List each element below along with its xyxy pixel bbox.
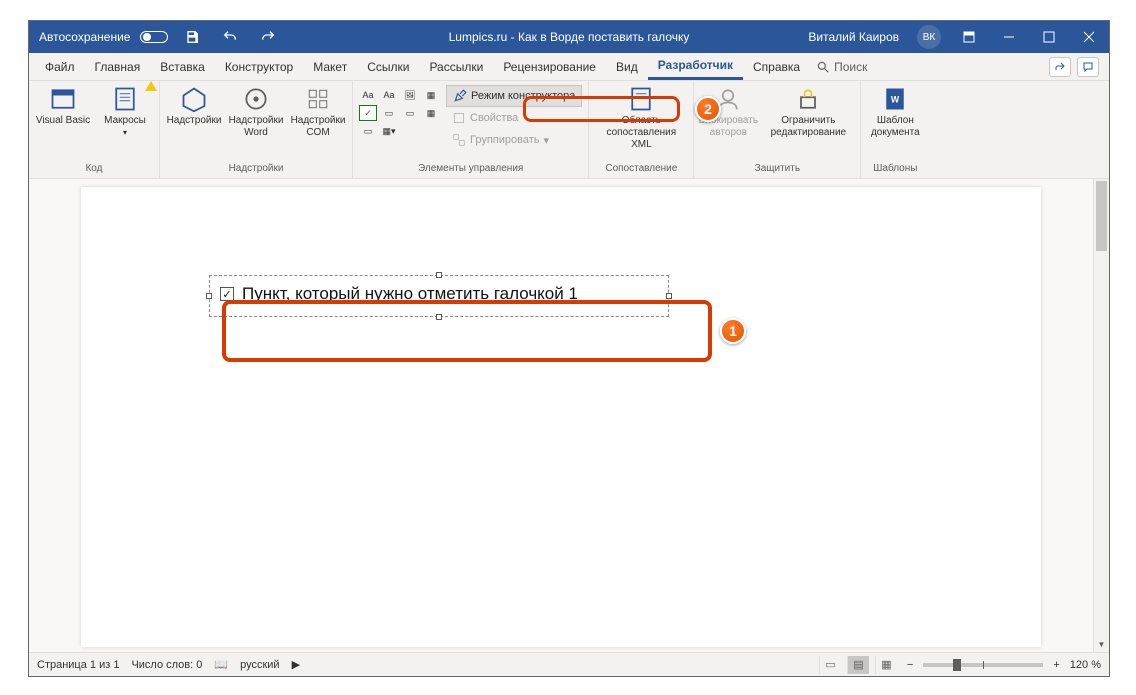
rich-text-ctrl[interactable]: Aa [359, 87, 377, 103]
titlebar: Автосохранение Lumpics.ru - Как в Ворде … [29, 21, 1109, 53]
tab-layout[interactable]: Макет [303, 53, 357, 80]
search-field[interactable]: Поиск [816, 60, 867, 74]
svg-text:W: W [891, 95, 900, 105]
spellcheck-icon[interactable]: 📖 [214, 658, 228, 671]
controls-gallery: Aa Aa 🖼 ▦ ✓ ▭ ▭ ▦ ▭ ▦▾ [359, 83, 440, 139]
resize-handle[interactable] [666, 293, 672, 299]
print-layout-button[interactable]: ▤ [847, 656, 869, 674]
user-avatar[interactable]: ВК [917, 25, 941, 49]
group-controls: Aa Aa 🖼 ▦ ✓ ▭ ▭ ▦ ▭ ▦▾ [353, 81, 589, 178]
warning-icon [145, 81, 157, 91]
content-control-selection[interactable]: ✓ Пункт, который нужно отметить галочкой… [209, 275, 669, 317]
word-addins-button[interactable]: Надстройки Word [228, 83, 284, 139]
comments-button[interactable] [1077, 57, 1099, 77]
plain-text-ctrl[interactable]: Aa [380, 87, 398, 103]
resize-handle[interactable] [436, 314, 442, 320]
page-indicator[interactable]: Страница 1 из 1 [37, 659, 119, 671]
control-text[interactable]: Пункт, который нужно отметить галочкой 1 [242, 284, 578, 304]
read-mode-button[interactable]: ▭ [819, 656, 841, 674]
com-addins-button[interactable]: Надстройки COM [290, 83, 346, 139]
redo-button[interactable] [254, 29, 282, 45]
user-name[interactable]: Виталий Каиров [798, 30, 909, 44]
tab-developer[interactable]: Разработчик [648, 53, 743, 80]
vertical-scrollbar[interactable]: ▼ [1093, 179, 1109, 652]
save-button[interactable] [178, 29, 206, 45]
autosave-toggle[interactable] [140, 31, 168, 43]
ribbon: Visual Basic Макросы ▾ Код Надстройки На… [29, 81, 1109, 179]
tab-view[interactable]: Вид [606, 53, 648, 80]
checkbox-control[interactable]: ✓ [220, 287, 234, 301]
tab-home[interactable]: Главная [85, 53, 151, 80]
scroll-down-arrow[interactable]: ▼ [1094, 636, 1109, 652]
word-count[interactable]: Число слов: 0 [131, 659, 202, 671]
macros-button[interactable]: Макросы ▾ [97, 83, 153, 139]
repeat-ctrl[interactable]: ▭ [359, 123, 377, 139]
undo-button[interactable] [216, 29, 244, 45]
annotation-badge-1: 1 [720, 318, 746, 344]
tab-review[interactable]: Рецензирование [493, 53, 606, 80]
design-mode-button[interactable]: Режим конструктора [446, 85, 582, 107]
scroll-thumb[interactable] [1096, 181, 1107, 251]
date-ctrl[interactable]: ▦ [422, 105, 440, 121]
picture-ctrl[interactable]: 🖼 [401, 87, 419, 103]
addins-button[interactable]: Надстройки [166, 83, 222, 127]
group-protect: Блокировать авторов Ограничить редактиро… [694, 81, 861, 178]
close-button[interactable] [1069, 21, 1109, 53]
maximize-button[interactable] [1029, 21, 1069, 53]
zoom-in-button[interactable]: + [1049, 659, 1063, 671]
visual-basic-button[interactable]: Visual Basic [35, 83, 91, 127]
zoom-slider[interactable] [923, 663, 1043, 667]
properties-button[interactable]: Свойства [446, 107, 582, 129]
annotation-badge-2: 2 [695, 96, 721, 122]
page[interactable]: ✓ Пункт, который нужно отметить галочкой… [81, 187, 1041, 647]
ribbon-tabs: Файл Главная Вставка Конструктор Макет С… [29, 53, 1109, 81]
tab-design[interactable]: Конструктор [215, 53, 303, 80]
group-templates: WШаблон документа Шаблоны [861, 81, 929, 178]
zoom-level[interactable]: 120 % [1070, 659, 1101, 671]
zoom-out-button[interactable]: − [903, 659, 917, 671]
share-button[interactable] [1049, 57, 1071, 77]
group-code: Visual Basic Макросы ▾ Код [29, 81, 160, 178]
checkbox-ctrl-btn[interactable]: ✓ [359, 105, 377, 121]
resize-handle[interactable] [436, 272, 442, 278]
document-template-button[interactable]: WШаблон документа [867, 83, 923, 139]
document-title: Lumpics.ru - Как в Ворде поставить галоч… [449, 30, 690, 44]
tab-references[interactable]: Ссылки [357, 53, 419, 80]
ribbon-display-button[interactable] [949, 21, 989, 53]
tab-mailings[interactable]: Рассылки [419, 53, 493, 80]
web-layout-button[interactable]: ▦ [875, 656, 897, 674]
group-addins: Надстройки Надстройки Word Надстройки CO… [160, 81, 353, 178]
restrict-editing-button[interactable]: Ограничить редактирование [762, 83, 854, 139]
autosave-label: Автосохранение [39, 30, 130, 44]
dropdown-ctrl[interactable]: ▭ [401, 105, 419, 121]
tab-file[interactable]: Файл [35, 53, 85, 80]
group-mapping: Область сопоставления XML Сопоставление [589, 81, 694, 178]
language-indicator[interactable]: русский [240, 659, 279, 671]
tab-insert[interactable]: Вставка [150, 53, 215, 80]
status-bar: Страница 1 из 1 Число слов: 0 📖 русский … [29, 652, 1109, 676]
resize-handle[interactable] [206, 293, 212, 299]
macro-record-icon[interactable]: ▶ [292, 658, 300, 671]
legacy-ctrl[interactable]: ▦▾ [380, 123, 398, 139]
search-label: Поиск [834, 60, 867, 74]
document-area[interactable]: ✓ Пункт, который нужно отметить галочкой… [29, 179, 1109, 652]
minimize-button[interactable] [989, 21, 1029, 53]
tab-help[interactable]: Справка [743, 53, 810, 80]
building-block-ctrl[interactable]: ▦ [422, 87, 440, 103]
xml-mapping-button[interactable]: Область сопоставления XML [595, 83, 687, 151]
app-window: Автосохранение Lumpics.ru - Как в Ворде … [28, 20, 1110, 677]
combo-ctrl[interactable]: ▭ [380, 105, 398, 121]
group-button[interactable]: Группировать ▾ [446, 129, 582, 151]
